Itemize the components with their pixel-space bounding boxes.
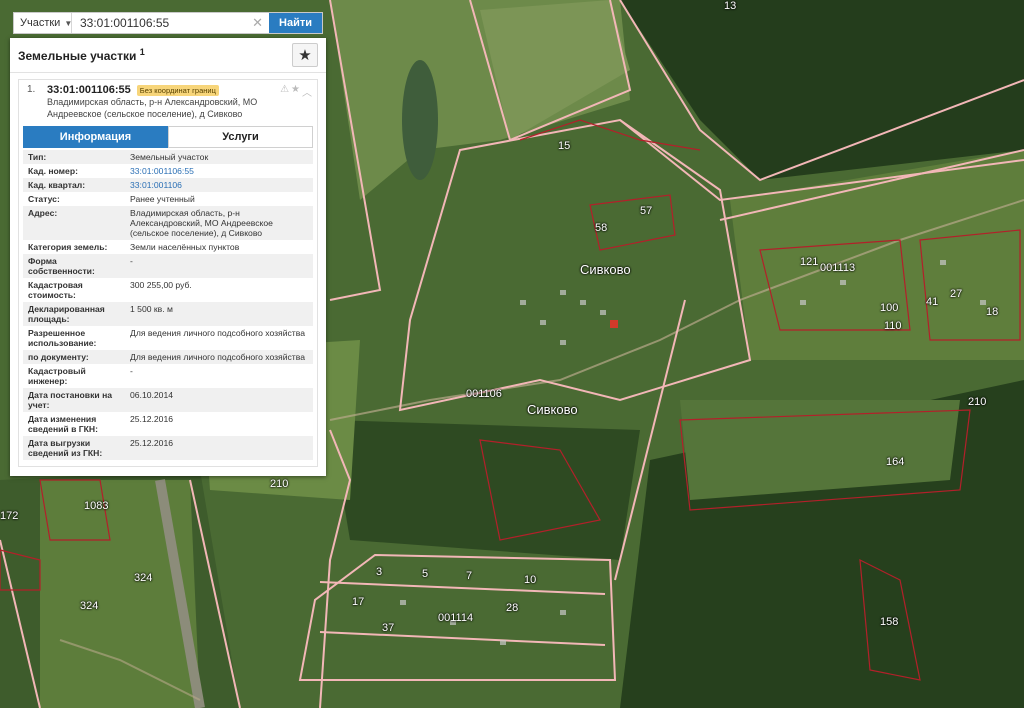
result-count: 1	[139, 47, 145, 57]
result-actions: ⚠ ★ ︿	[280, 84, 312, 99]
row-label: Тип:	[23, 150, 125, 164]
warning-icon[interactable]: ⚠	[280, 84, 289, 99]
panel-title: Земельные участки 1	[18, 47, 145, 63]
table-row: Кад. квартал: 33:01:001106	[23, 178, 313, 192]
row-label: Форма собственности:	[23, 254, 125, 278]
table-row: Дата выгрузки сведений из ГКН: 25.12.2016	[23, 436, 313, 460]
row-value: 25.12.2016	[130, 414, 174, 424]
row-label: Кад. квартал:	[23, 178, 125, 192]
table-row: Разрешенное использование: Для ведения ли…	[23, 326, 313, 350]
red-roof-building	[610, 320, 618, 328]
row-label: Кадастровый инженер:	[28, 366, 86, 386]
row-label: Кадастровая стоимость:	[28, 280, 83, 300]
row-label: Дата постановки на учет:	[23, 388, 125, 412]
table-row: Форма собственности: -	[23, 254, 313, 278]
cadastral-number-link[interactable]: 33:01:001106:55	[125, 164, 313, 178]
tab-info[interactable]: Информация	[23, 126, 168, 148]
address-line: Андреевское (сельское поселение), д Сивк…	[47, 109, 243, 119]
favorite-button[interactable]: ★	[292, 43, 318, 67]
row-value: 25.12.2016	[125, 436, 313, 460]
table-row: Кад. номер: 33:01:001106:55	[23, 164, 313, 178]
row-label: Кад. номер:	[28, 166, 78, 176]
row-label: Декларированная площадь:	[23, 302, 125, 326]
tab-services[interactable]: Услуги	[168, 126, 313, 148]
row-value: Для ведения личного подсобного хозяйства	[130, 328, 305, 338]
row-value: Для ведения личного подсобного хозяйства	[125, 350, 313, 364]
row-label: Статус:	[28, 194, 60, 204]
table-row: Дата постановки на учет: 06.10.2014	[23, 388, 313, 412]
row-label: Категория земель:	[28, 242, 108, 252]
table-row: Адрес: Владимирская область, р-н Александ…	[23, 206, 313, 240]
row-label: Разрешенное использование:	[28, 328, 97, 348]
tabs: Информация Услуги	[23, 126, 313, 148]
row-value: -	[125, 254, 313, 278]
search-type-select[interactable]: Участки ▼	[14, 13, 72, 33]
row-label: Дата выгрузки сведений из ГКН:	[23, 436, 125, 460]
row-value: 06.10.2014	[125, 388, 313, 412]
result-index: 1.	[27, 84, 36, 95]
table-row: по документу: Для ведения личного подсобн…	[23, 350, 313, 364]
row-value: Земельный участок	[125, 150, 313, 164]
row-label: по документу:	[23, 350, 125, 364]
star-icon[interactable]: ★	[291, 84, 300, 99]
row-label: Адрес:	[23, 206, 125, 240]
results-panel: Земельные участки 1 ★ ⚠ ★ ︿ 1. 33:01:001…	[10, 38, 326, 476]
status-badge: Без координат границ	[136, 84, 219, 96]
address-line: Владимирская область, р-н Александровски…	[47, 97, 258, 107]
row-value: Земли населённых пунктов	[130, 242, 240, 252]
result-card[interactable]: ⚠ ★ ︿ 1. 33:01:001106:55 Без координат г…	[18, 79, 318, 467]
row-value: Владимирская область, р-н Александровски…	[125, 206, 313, 240]
details-table: Тип: Земельный участок Кад. номер: 33:01:0…	[23, 150, 313, 460]
table-row: Статус: Ранее учтенный	[23, 192, 313, 206]
panel-title-text: Земельные участки	[18, 49, 137, 63]
row-value: 300 255,00 руб.	[130, 280, 192, 290]
table-row: Дата изменения сведений в ГКН: 25.12.2016	[23, 412, 313, 436]
close-icon[interactable]: ✕	[246, 13, 269, 33]
search-bar: Участки ▼ ✕ Найти	[13, 12, 323, 34]
table-row: Декларированная площадь: 1 500 кв. м	[23, 302, 313, 326]
table-row: Тип: Земельный участок	[23, 150, 313, 164]
panel-header: Земельные участки 1 ★	[10, 38, 326, 73]
find-button[interactable]: Найти	[269, 13, 322, 33]
row-value: Ранее учтенный	[130, 194, 195, 204]
cadastral-number[interactable]: 33:01:001106:55	[47, 84, 131, 96]
star-icon: ★	[298, 47, 312, 64]
chevron-up-icon[interactable]: ︿	[302, 84, 312, 99]
pond	[402, 60, 438, 180]
result-head: 1. 33:01:001106:55 Без координат границ …	[23, 84, 313, 120]
row-value: 1 500 кв. м	[125, 302, 313, 326]
table-row: Категория земель: Земли населённых пункто…	[23, 240, 313, 254]
table-row: Кадастровый инженер: -	[23, 364, 313, 388]
search-input[interactable]	[72, 13, 247, 33]
row-label: Дата изменения сведений в ГКН:	[28, 414, 98, 434]
search-type-label: Участки	[20, 17, 61, 29]
row-value: -	[130, 366, 133, 376]
table-row: Кадастровая стоимость: 300 255,00 руб.	[23, 278, 313, 302]
cadastral-quarter-link[interactable]: 33:01:001106	[125, 178, 313, 192]
